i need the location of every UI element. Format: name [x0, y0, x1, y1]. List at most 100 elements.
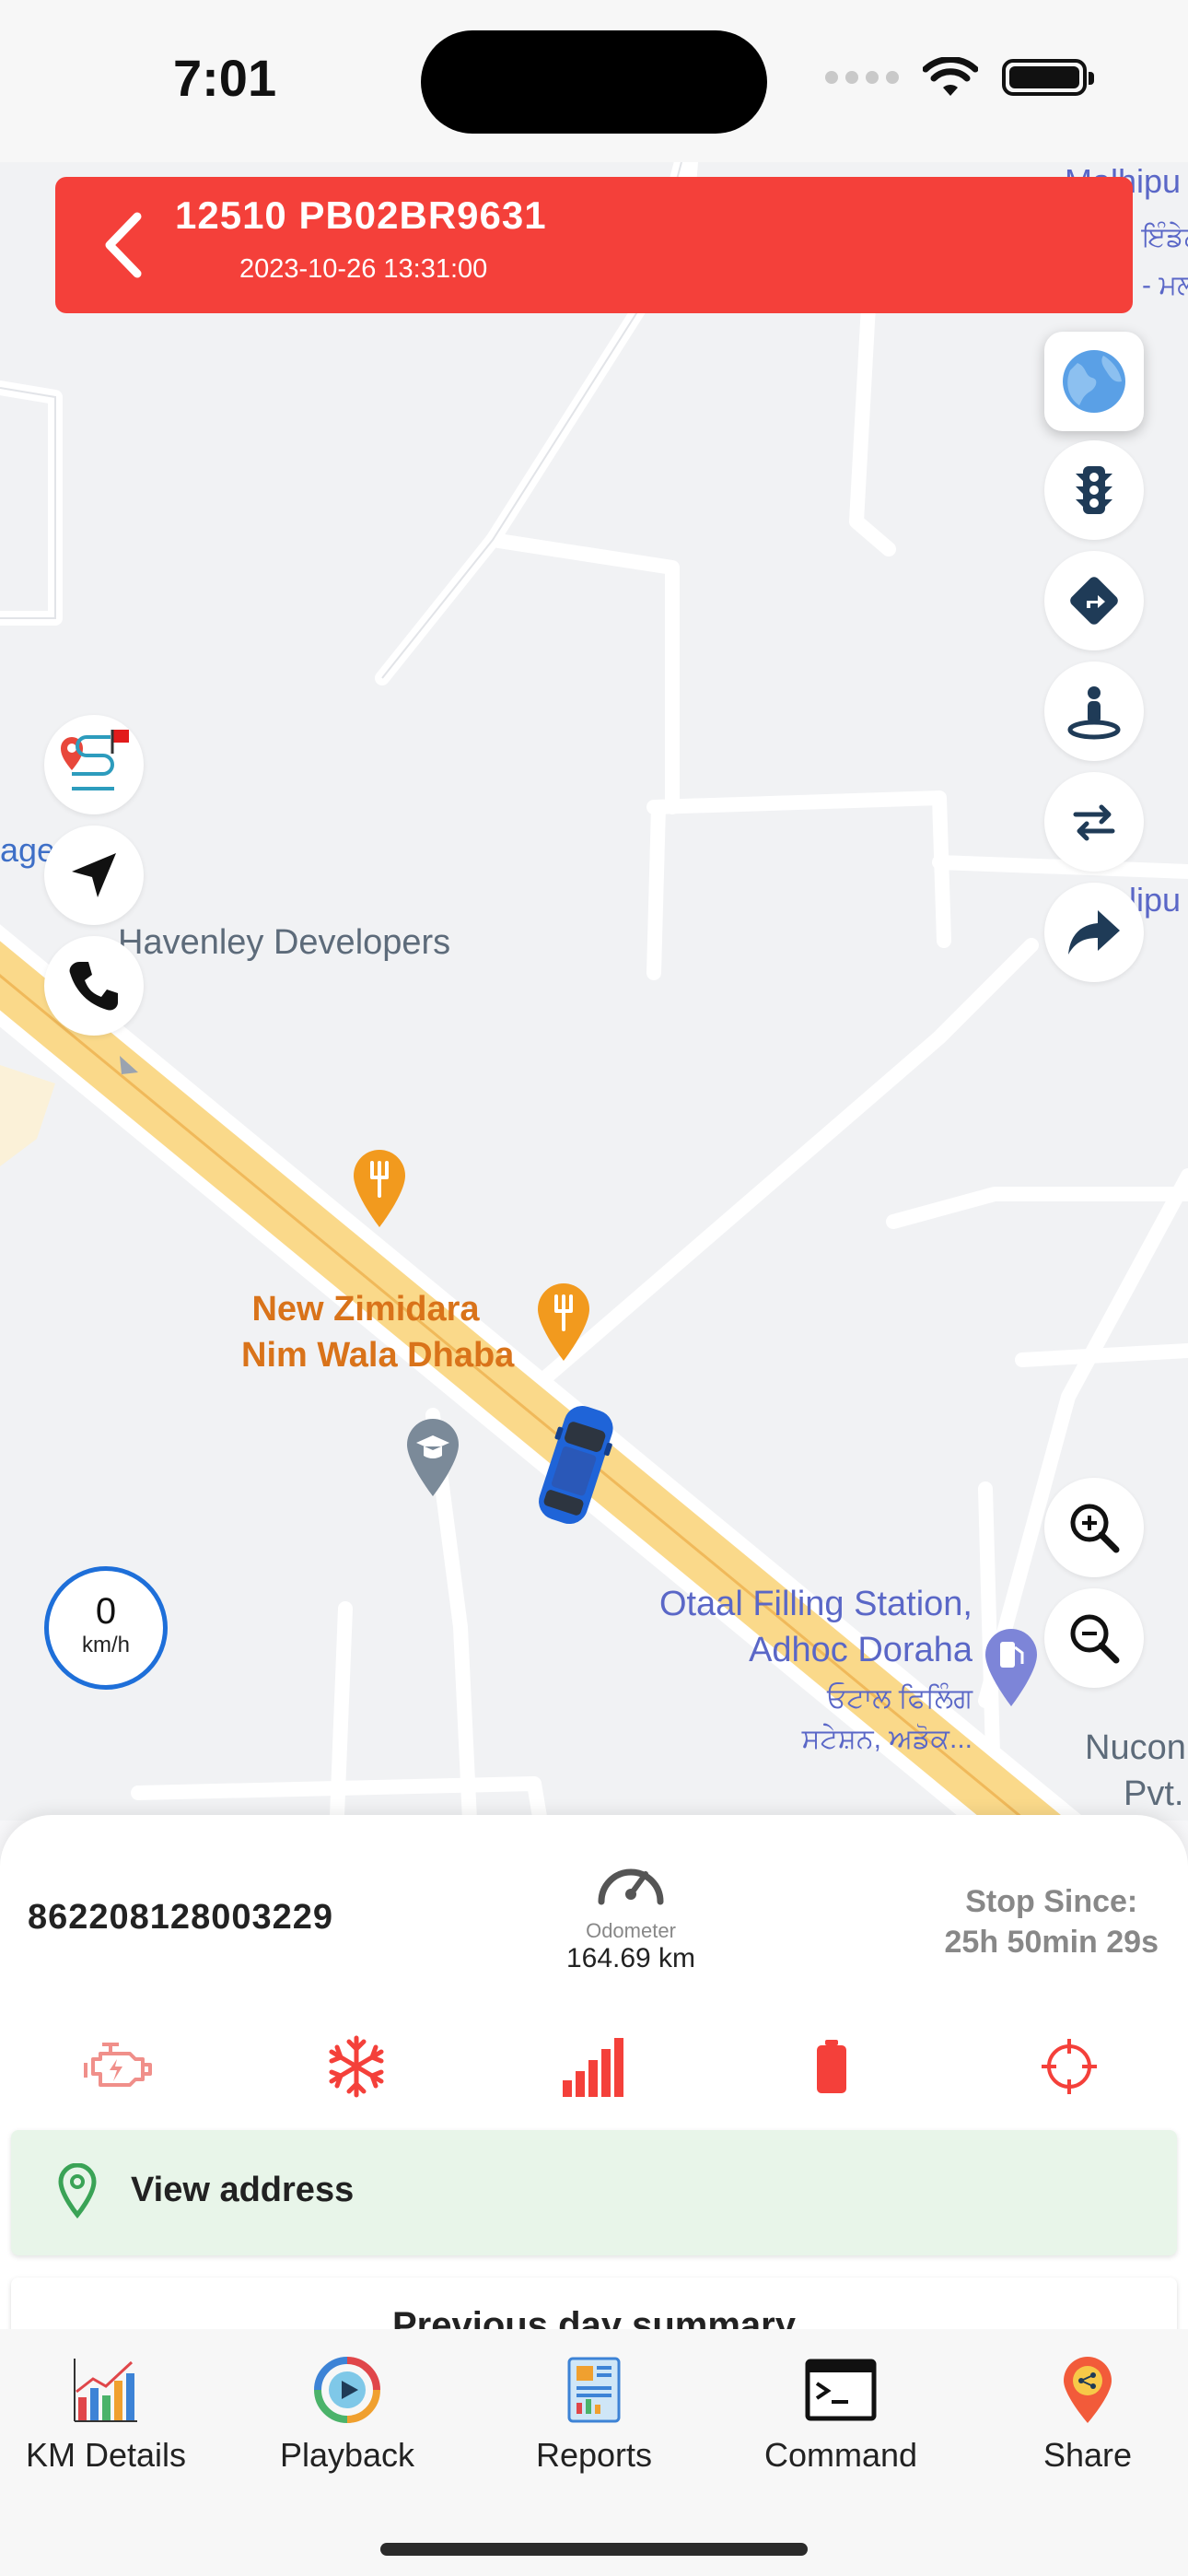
speed-value: 0: [95, 1591, 117, 1632]
terminal-icon: [805, 2359, 877, 2421]
map-label-edge-bottom-right-1: Nucon: [1085, 1728, 1186, 1767]
nav-share-label: Share: [1042, 2436, 1133, 2474]
vehicle-title: 12510 PB02BR9631: [175, 193, 547, 237]
directions-icon: [1070, 577, 1118, 625]
bottom-navigation: KM Details Playback Reports Command Shar…: [0, 2329, 1188, 2576]
map-label-dhaba-line2: Nim Wala Dhaba: [241, 1336, 515, 1375]
street-view-button[interactable]: [1044, 662, 1144, 761]
swap-button[interactable]: [1044, 772, 1144, 872]
previous-day-summary-card[interactable]: Previous day summary: [11, 2277, 1177, 2331]
map-label-edge-bottom-right-2: Pvt.: [1124, 1774, 1184, 1813]
nav-share[interactable]: Share: [982, 2353, 1188, 2475]
map-view[interactable]: Havenley Developers New Zimidara Nim Wal…: [0, 162, 1188, 1821]
map-label-edge-top-right-3: - ਮਲ੍: [1142, 270, 1188, 300]
reports-icon: [567, 2357, 621, 2423]
vehicle-status-icons: [0, 2016, 1188, 2117]
map-label-station-line1: Otaal Filling Station,: [658, 1585, 973, 1623]
chevron-left-icon: [105, 212, 142, 278]
nav-reports-label: Reports: [535, 2436, 653, 2474]
snowflake-icon: [329, 2035, 384, 2098]
nav-playback-label: Playback: [279, 2436, 415, 2474]
dynamic-island: [421, 30, 767, 134]
zoom-out-button[interactable]: [1044, 1588, 1144, 1688]
signal-status[interactable]: [543, 2016, 645, 2117]
nav-playback[interactable]: Playback: [241, 2353, 453, 2475]
map-type-button[interactable]: [1044, 332, 1144, 431]
ac-status[interactable]: [306, 2016, 407, 2117]
vehicle-header: 12510 PB02BR9631 2023-10-26 13:31:00: [55, 177, 1133, 313]
speedometer-icon: [598, 1868, 664, 1905]
home-indicator[interactable]: [380, 2543, 808, 2556]
signal-bars-icon: [563, 2038, 623, 2097]
traffic-light-icon: [1076, 466, 1112, 514]
odometer-value: 164.69 km: [565, 1943, 696, 1973]
zoom-in-button[interactable]: [1044, 1478, 1144, 1577]
school-pin-icon[interactable]: [403, 1417, 462, 1498]
phone-icon: [69, 962, 118, 1011]
bar-chart-icon: [74, 2359, 137, 2422]
vehicle-details-panel: 862208128003229 Odometer 164.69 km Stop …: [0, 1815, 1188, 2331]
route-playback-button[interactable]: [44, 715, 144, 814]
nav-command-label: Command: [763, 2436, 918, 2474]
wifi-icon: [923, 57, 978, 96]
playback-icon: [314, 2357, 380, 2423]
location-pin-icon: [58, 2163, 97, 2219]
map-label-station-line2: Adhoc Doraha: [749, 1631, 973, 1669]
nav-km-details-label: KM Details: [25, 2436, 187, 2474]
stop-since-label: Stop Since:: [965, 1884, 1138, 1919]
speed-unit: km/h: [81, 1633, 130, 1657]
share-location-button[interactable]: [1044, 883, 1144, 982]
status-time: 7:01: [173, 49, 277, 107]
speed-indicator: 0 km/h: [44, 1566, 168, 1690]
map-label-havenley: Havenley Developers: [118, 923, 451, 962]
map-roads: [0, 162, 1188, 1821]
nav-command[interactable]: Command: [735, 2353, 947, 2475]
globe-icon: [1063, 350, 1125, 413]
odometer-label: Odometer: [586, 1919, 676, 1942]
route-playback-icon: [61, 730, 129, 790]
view-address-button[interactable]: View address: [11, 2130, 1177, 2255]
map-label-dhaba: New Zimidara Nim Wala Dhaba: [241, 1286, 515, 1378]
swap-icon: [1073, 804, 1115, 841]
nav-reports[interactable]: Reports: [488, 2353, 700, 2475]
view-address-label: View address: [131, 2171, 355, 2209]
zoom-out-icon: [1070, 1614, 1120, 1664]
battery-status[interactable]: [781, 2016, 882, 2117]
battery-status-icon: [1002, 59, 1094, 96]
map-label-filling-station: Otaal Filling Station, Adhoc Doraha: [635, 1581, 973, 1673]
restaurant-pin-icon[interactable]: [534, 1282, 593, 1363]
previous-day-summary-title: Previous day summary: [392, 2305, 796, 2331]
share-arrow-icon: [1068, 910, 1120, 954]
nav-km-details[interactable]: KM Details: [0, 2353, 212, 2475]
street-view-icon: [1067, 686, 1121, 740]
map-label-dhaba-line1: New Zimidara: [251, 1290, 480, 1329]
status-icons: [825, 57, 1094, 98]
back-button[interactable]: [87, 208, 160, 282]
traffic-button[interactable]: [1044, 440, 1144, 540]
navigate-icon: [72, 853, 116, 897]
crosshair-icon: [1042, 2039, 1097, 2094]
map-label-station-pa-line2: ਸਟੇਸ਼ਨ, ਅਡੋਕ...: [801, 1724, 973, 1754]
cellular-dots-icon: [825, 71, 899, 84]
stop-since: Stop Since: 25h 50min 29s: [945, 1881, 1159, 1962]
map-label-edge-top-right-2: ਇੰਡੇਨ: [1142, 222, 1188, 252]
battery-icon: [817, 2040, 846, 2093]
vehicle-car-icon[interactable]: [534, 1397, 617, 1535]
directions-button[interactable]: [1044, 551, 1144, 650]
call-button[interactable]: [44, 936, 144, 1036]
share-location-icon: [1064, 2357, 1112, 2423]
stop-since-value: 25h 50min 29s: [944, 1925, 1159, 1960]
map-label-station-punjabi: ਓਟਾਲ ਫਿਲਿੰਗ ਸਟੇਸ਼ਨ, ਅਡੋਕ...: [774, 1679, 973, 1760]
gps-status[interactable]: [1019, 2016, 1120, 2117]
odometer: Odometer 164.69 km: [543, 1854, 718, 1974]
map-label-station-pa-line1: ਓਟਾਲ ਫਿਲਿੰਗ: [827, 1683, 973, 1714]
status-bar: 7:01: [0, 0, 1188, 162]
engine-status[interactable]: [68, 2016, 169, 2117]
fuel-pin-icon[interactable]: [982, 1627, 1041, 1708]
restaurant-pin-icon[interactable]: [350, 1148, 409, 1229]
vehicle-timestamp: 2023-10-26 13:31:00: [239, 254, 488, 284]
zoom-in-icon: [1070, 1504, 1120, 1553]
engine-icon: [84, 2043, 152, 2087]
navigate-button[interactable]: [44, 825, 144, 925]
device-imei: 862208128003229: [28, 1898, 334, 1937]
